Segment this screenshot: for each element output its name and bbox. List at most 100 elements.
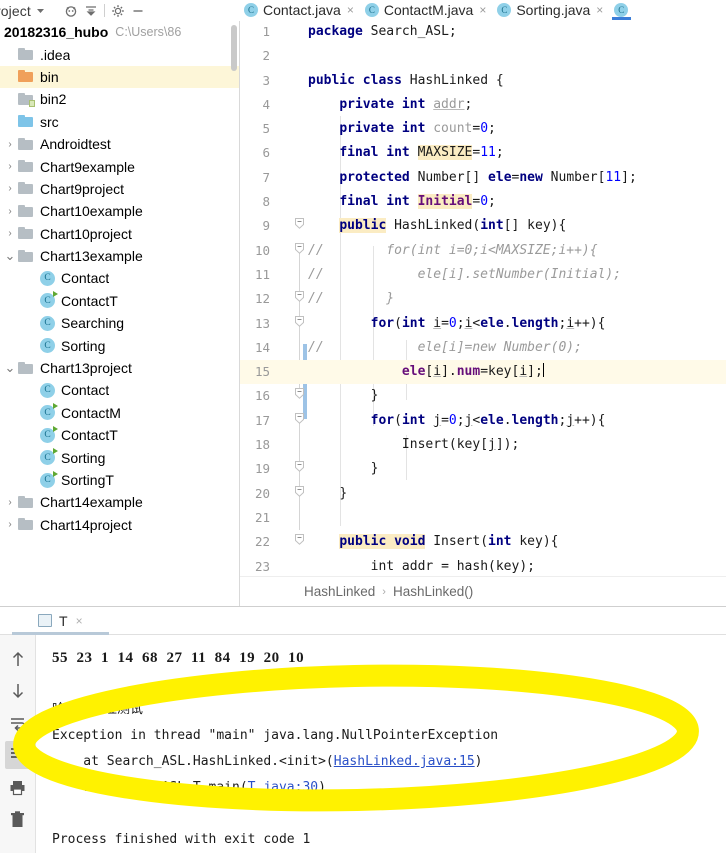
chevron-right-icon[interactable]: › (2, 519, 18, 530)
close-icon[interactable]: × (347, 3, 354, 17)
close-icon[interactable]: × (479, 3, 486, 17)
code-line[interactable]: 14 // ele[i]=new Number(0); (240, 336, 726, 360)
code-line[interactable]: 12 // } (240, 287, 726, 311)
tree-row[interactable]: ›CSorting (0, 334, 239, 356)
editor-tab-sorting[interactable]: C Sorting.java × (493, 0, 610, 20)
scroll-up-icon[interactable] (5, 645, 31, 673)
collapse-all-icon[interactable] (81, 2, 101, 20)
code-text: } (370, 388, 379, 404)
code-line[interactable]: 9 public HashLinked(int[] key){ (240, 214, 726, 238)
stack-link-hashlinked[interactable]: HashLinked.java:15 (334, 754, 475, 769)
tree-row[interactable]: ›CContact (0, 267, 239, 289)
tree-row[interactable]: › Chart14example (0, 491, 239, 513)
editor-tab-active[interactable]: C (610, 0, 634, 20)
breadcrumb-method[interactable]: HashLinked() (393, 584, 473, 599)
chevron-right-icon[interactable]: › (2, 161, 18, 172)
tree-row[interactable]: ›CContact (0, 379, 239, 401)
chevron-right-icon[interactable]: › (2, 497, 18, 508)
project-tree-scrollbar[interactable] (231, 25, 237, 71)
code-line[interactable]: 22 public void Insert(int key){ (240, 530, 726, 554)
folder-icon (18, 115, 34, 128)
tree-row[interactable]: ›src (0, 111, 239, 133)
project-tree-panel[interactable]: 20182316_hubo C:\Users\86 ›.idea›bin›bin… (0, 21, 240, 606)
tree-row[interactable]: › Chart9project (0, 178, 239, 200)
breadcrumb[interactable]: HashLinked › HashLinked() (240, 576, 726, 606)
code-fold-icon[interactable] (293, 287, 305, 311)
chevron-right-icon[interactable]: › (2, 183, 18, 194)
tree-row[interactable]: ⌄ Chart13project (0, 357, 239, 379)
tree-row[interactable]: ›CSearching (0, 312, 239, 334)
chevron-right-icon[interactable]: › (2, 139, 18, 150)
code-fold-icon[interactable] (293, 457, 305, 481)
code-line[interactable]: 21 (240, 506, 726, 530)
code-line[interactable]: 10 // for(int i=0;i<MAXSIZE;i++){ (240, 239, 726, 263)
settings-gear-icon[interactable] (108, 2, 128, 20)
code-line[interactable]: 11 // ele[i].setNumber(Initial); (240, 263, 726, 287)
minimize-icon[interactable] (128, 2, 148, 20)
code-line[interactable]: 5 private int count=0; (240, 117, 726, 141)
code-line[interactable]: 8 final int Initial=0; (240, 190, 726, 214)
tree-row[interactable]: ›bin (0, 65, 239, 89)
clear-all-icon[interactable] (5, 805, 31, 833)
code-line[interactable]: 6 final int MAXSIZE=11; (240, 141, 726, 165)
tree-row[interactable]: ›CSortingT (0, 469, 239, 491)
scroll-to-end-icon[interactable] (4, 741, 31, 769)
code-fold-icon[interactable] (293, 384, 305, 408)
code-fold-icon[interactable] (293, 482, 305, 506)
tree-item-label: src (40, 113, 59, 130)
tree-row[interactable]: › Chart10project (0, 223, 239, 245)
locate-icon[interactable] (61, 2, 81, 20)
scroll-down-icon[interactable] (5, 677, 31, 705)
editor-tab-contact[interactable]: C Contact.java × (240, 0, 361, 20)
code-fold-icon[interactable] (293, 214, 305, 238)
code-line[interactable]: 16 } (240, 384, 726, 408)
tree-row[interactable]: ›.idea (0, 43, 239, 65)
tree-item-label: Androidtest (40, 136, 111, 153)
code-fold-icon[interactable] (293, 239, 305, 263)
code-line[interactable]: 1 package Search_ASL; (240, 20, 726, 44)
code-line[interactable]: 19 } (240, 457, 726, 481)
chevron-down-icon[interactable] (31, 2, 51, 20)
breadcrumb-class[interactable]: HashLinked (304, 584, 375, 599)
code-fold-icon[interactable] (293, 530, 305, 554)
tree-row[interactable]: ›CContactM (0, 402, 239, 424)
tree-row[interactable]: ›bin2 (0, 88, 239, 110)
soft-wrap-icon[interactable] (5, 709, 31, 737)
tree-row[interactable]: ›CContactT (0, 290, 239, 312)
tree-row[interactable]: › Chart10example (0, 200, 239, 222)
code-line[interactable]: 18 Insert(key[j]); (240, 433, 726, 457)
code-line[interactable]: 13 for(int i=0;i<ele.length;i++){ (240, 312, 726, 336)
tree-row[interactable]: › Androidtest (0, 133, 239, 155)
code-line[interactable]: 4 private int addr; (240, 93, 726, 117)
java-class-icon: C (40, 270, 55, 286)
code-line[interactable]: 20 } (240, 482, 726, 506)
code-line[interactable]: 7 protected Number[] ele=new Number[11]; (240, 166, 726, 190)
code-fold-icon[interactable] (293, 409, 305, 433)
chevron-down-icon[interactable]: ⌄ (2, 249, 18, 262)
chevron-right-icon[interactable]: › (2, 228, 18, 239)
code-line[interactable]: 23 int addr = hash(key); (240, 555, 726, 576)
tree-row[interactable]: › Chart14project (0, 514, 239, 536)
tree-row[interactable]: › Chart9example (0, 155, 239, 177)
chevron-right-icon[interactable]: › (2, 206, 18, 217)
close-icon[interactable]: × (76, 614, 83, 628)
tree-row[interactable]: ›CContactT (0, 424, 239, 446)
tree-item-label: ContactT (61, 292, 118, 309)
console-output[interactable]: 55 23 1 14 68 27 11 84 19 20 10 哈希链地址测试 … (36, 635, 726, 853)
code-line[interactable]: 15 ele[i].num=key[i]; (240, 360, 726, 385)
tree-row[interactable]: ⌄ Chart13example (0, 245, 239, 267)
code-line[interactable]: 3 public class HashLinked { (240, 69, 726, 93)
console-tab-t[interactable]: T × (12, 607, 109, 635)
tree-row-root[interactable]: 20182316_hubo C:\Users\86 (0, 21, 239, 43)
tree-row[interactable]: ›CSorting (0, 446, 239, 468)
stack-link-t[interactable]: T.java:30 (248, 780, 318, 795)
code-fold-icon[interactable] (293, 312, 305, 336)
chevron-down-icon[interactable]: ⌄ (2, 361, 18, 374)
code-line[interactable]: 2 (240, 44, 726, 68)
print-icon[interactable] (5, 773, 31, 801)
java-class-icon: C (497, 3, 512, 17)
code-editor[interactable]: 1 package Search_ASL; 2 3 public class HashL… (240, 20, 726, 576)
code-line[interactable]: 17 for(int j=0;j<ele.length;j++){ (240, 409, 726, 433)
close-icon[interactable]: × (596, 3, 603, 17)
editor-tab-contactm[interactable]: C ContactM.java × (361, 0, 494, 20)
